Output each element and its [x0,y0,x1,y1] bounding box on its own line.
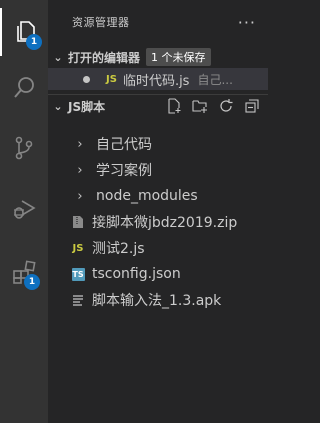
debug-icon [14,200,36,219]
tree-file-item[interactable]: 脚本输入法_1.3.apk [48,287,268,313]
file-name: 接脚本微jbdz2019.zip [92,215,238,231]
unsaved-count-badge: 1 个未保存 [146,48,211,66]
chevron-right-icon: › [77,188,83,204]
open-editors-title: 打开的编辑器 [68,50,141,65]
new-folder-button[interactable] [190,96,210,116]
activity-bar: 1 1 [0,0,48,423]
source-control-activity-button[interactable] [0,124,48,172]
new-folder-icon [192,100,207,113]
open-editor-description: 自己... [197,72,233,87]
open-editors-header[interactable]: ⌄ 打开的编辑器 1 个未保存 [48,46,268,68]
file-tree: › 自己代码 › 学习案例 › node_modules 接脚本微jbdz201… [48,131,268,313]
tree-file-item[interactable]: TS tsconfig.json [48,261,268,287]
tree-file-item[interactable]: JS 测试2.js [48,235,268,261]
collapse-all-icon [245,99,259,113]
file-name: 测试2.js [92,241,145,257]
js-file-icon: JS [72,242,84,254]
text-file-icon [70,294,86,306]
sidebar-title: 资源管理器 [72,16,130,29]
chevron-right-icon: › [77,136,83,152]
extensions-badge: 1 [24,274,40,290]
new-file-button[interactable] [164,96,184,116]
more-actions-icon[interactable]: ··· [238,13,256,32]
explorer-sidebar: 资源管理器 ··· ⌄ 打开的编辑器 1 个未保存 JS 临时代码.js 自己.… [48,0,268,423]
file-name: tsconfig.json [92,266,181,282]
chevron-right-icon: › [77,162,83,178]
folder-name: node_modules [96,188,198,204]
workspace-folder-header[interactable]: ⌄ JS脚本 [48,94,268,117]
open-editor-item[interactable]: JS 临时代码.js 自己... [48,68,268,90]
tree-folder-item[interactable]: › node_modules [48,183,268,209]
run-debug-activity-button[interactable] [0,184,48,232]
explorer-badge: 1 [26,34,42,50]
tree-folder-item[interactable]: › 学习案例 [48,157,268,183]
zip-file-icon [70,215,86,229]
search-icon [14,77,34,98]
js-file-icon: JS [106,73,117,85]
source-control-icon [15,136,33,160]
sidebar-header: 资源管理器 ··· [48,0,268,44]
explorer-activity-button[interactable]: 1 [0,8,48,56]
chevron-down-icon: ⌄ [53,99,63,113]
tree-file-item[interactable]: 接脚本微jbdz2019.zip [48,209,268,235]
ts-file-icon: TS [70,267,86,281]
folder-name: 自己代码 [96,137,152,153]
search-activity-button[interactable] [0,64,48,112]
refresh-icon [220,99,233,112]
collapse-all-button[interactable] [242,96,262,116]
ts-badge-text: TS [71,267,85,281]
file-name: 脚本输入法_1.3.apk [92,293,222,309]
workspace-title: JS脚本 [68,99,106,114]
chevron-down-icon: ⌄ [53,50,63,64]
extensions-activity-button[interactable]: 1 [0,248,48,296]
unsaved-dot-icon[interactable] [83,75,90,83]
open-editor-filename: 临时代码.js [122,73,190,89]
tree-folder-item[interactable]: › 自己代码 [48,131,268,157]
folder-name: 学习案例 [96,163,152,179]
refresh-button[interactable] [216,96,236,116]
new-file-icon [168,98,181,114]
